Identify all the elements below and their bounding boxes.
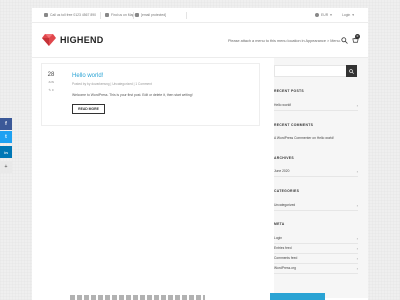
logo-text: HIGHEND [60, 35, 104, 45]
post-date: 28 JUN ✎ 0 [45, 72, 57, 92]
chevron-down-icon: ▾ [330, 13, 332, 17]
envelope-icon [135, 13, 139, 17]
twitter-share-button[interactable]: t [0, 131, 12, 143]
post-category[interactable]: Uncategorized [112, 82, 133, 86]
currency-value: EUR [321, 13, 329, 17]
footer-banner-text [70, 295, 205, 300]
phone-link[interactable]: Call us toll free 0123 4567 890 [44, 13, 96, 17]
facebook-share-button[interactable]: f [0, 118, 12, 130]
phone-text: Call us toll free 0123 4567 890 [50, 13, 96, 17]
widget-heading-meta: META [274, 222, 285, 226]
meta-item-entries-feed[interactable]: Entries feed › [274, 246, 358, 251]
login-text: Login [342, 13, 351, 17]
widget-heading-categories: CATEGORIES [274, 189, 300, 193]
archive-label: June 2020 [274, 169, 290, 173]
recent-comment-label: A WordPress Commenter on Hello world! [274, 136, 335, 140]
currency-select[interactable]: EUR ▾ [315, 13, 332, 17]
chevron-right-icon: › [356, 169, 358, 174]
divider [274, 210, 358, 211]
post-month: JUN [48, 80, 54, 84]
sidebar: RECENT POSTS Hello world! › RECENT COMME… [274, 58, 368, 298]
post-title[interactable]: Hello world! [72, 73, 103, 79]
top-bar: Call us toll free 0123 4567 890 Find us … [32, 8, 368, 23]
category-item[interactable]: Uncategorized › [274, 203, 358, 208]
currency-icon [315, 13, 319, 17]
post-comment-count: ✎ 0 [48, 88, 54, 92]
login-link[interactable]: Login ▾ [342, 13, 354, 17]
widget-heading-archives: ARCHIVES [274, 156, 294, 160]
meta-item-login[interactable]: Login › [274, 236, 358, 241]
chevron-down-icon: ▾ [352, 13, 354, 17]
meta-label: Login [274, 236, 283, 240]
location-icon [105, 13, 109, 17]
site-header: HIGHEND Please attach a menu to this men… [32, 23, 368, 58]
chevron-right-icon: › [356, 103, 358, 108]
post-meta: Posted by by dovarkensng | Uncategorized… [72, 82, 152, 86]
chevron-right-icon: › [356, 203, 358, 208]
meta-item-comments-feed[interactable]: Comments feed › [274, 256, 358, 261]
divider [186, 12, 187, 19]
read-more-button[interactable]: READ MORE [72, 104, 105, 114]
post-comments-link[interactable]: 1 Comment [135, 82, 151, 86]
post-excerpt: Welcome to WordPress. This is your first… [72, 93, 193, 97]
divider [133, 12, 134, 19]
archive-item[interactable]: June 2020 › [274, 169, 358, 174]
divider [274, 243, 358, 244]
footer-banner-button[interactable] [270, 293, 325, 300]
chevron-right-icon: › [356, 246, 358, 251]
email-text: [email protected] [141, 13, 167, 17]
divider [274, 253, 358, 254]
widget-heading-recent-posts: RECENT POSTS [274, 89, 304, 93]
post-card: 28 JUN ✎ 0 Hello world! Posted by by dov… [41, 63, 260, 126]
ruby-gem-icon [42, 34, 56, 46]
facebook-icon: f [5, 121, 7, 127]
widget-heading-recent-comments: RECENT COMMENTS [274, 123, 314, 127]
plus-icon: + [4, 164, 8, 170]
category-label: Uncategorized [274, 203, 296, 207]
comment-count: 0 [51, 88, 54, 92]
phone-icon [44, 13, 48, 17]
chevron-right-icon: › [356, 256, 358, 261]
more-share-button[interactable]: + [0, 161, 12, 173]
linkedin-icon: in [4, 149, 8, 155]
twitter-icon: t [5, 134, 7, 140]
recent-comment-item[interactable]: A WordPress Commenter on Hello world! [274, 136, 358, 140]
menu-notice: Please attach a menu to this menu locati… [228, 39, 341, 43]
divider [274, 263, 358, 264]
post-author[interactable]: Posted by by dovarkensng [72, 82, 110, 86]
map-text: Find us on Map [111, 13, 135, 17]
meta-label: Entries feed [274, 246, 292, 250]
search-icon[interactable] [341, 37, 348, 44]
divider [274, 176, 358, 177]
search-input[interactable] [274, 65, 350, 77]
meta-item-wordpress-org[interactable]: WordPress.org › [274, 266, 358, 271]
page-frame: Call us toll free 0123 4567 890 Find us … [32, 8, 368, 300]
map-link[interactable]: Find us on Map [105, 13, 134, 17]
recent-post-item[interactable]: Hello world! › [274, 103, 358, 108]
site-logo[interactable]: HIGHEND [42, 34, 104, 46]
divider [274, 273, 358, 274]
divider [100, 12, 101, 19]
divider [274, 110, 358, 111]
cart-count-badge: 0 [355, 34, 360, 39]
recent-post-label: Hello world! [274, 103, 292, 107]
search-icon [349, 68, 354, 74]
meta-label: Comments feed [274, 256, 298, 260]
linkedin-share-button[interactable]: in [0, 146, 12, 158]
post-day: 28 [47, 72, 55, 78]
email-link[interactable]: [email protected] [135, 13, 166, 17]
search-button[interactable] [346, 65, 357, 77]
meta-label: WordPress.org [274, 266, 296, 270]
chevron-right-icon: › [356, 236, 358, 241]
chevron-right-icon: › [356, 266, 358, 271]
